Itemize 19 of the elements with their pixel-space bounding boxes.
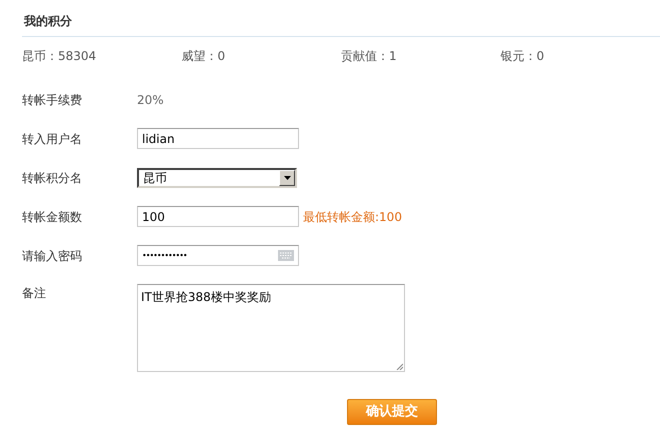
remark-textarea[interactable]: IT世界抢388楼中奖奖励: [137, 284, 405, 372]
field-label: 转帐积分名: [22, 170, 83, 186]
stat-text: 贡献值：1: [341, 48, 398, 65]
resize-handle-icon[interactable]: [396, 363, 403, 370]
password-field[interactable]: ••••••••••••: [137, 245, 299, 266]
stat-text: 银元：0: [500, 48, 546, 65]
stat-text: 昆币：58304: [22, 48, 98, 65]
field-label: 转帐金额数: [22, 208, 83, 226]
field-label: 转帐手续费: [22, 92, 83, 108]
input-field[interactable]: 100: [137, 206, 299, 227]
section-title: 我的积分: [24, 14, 72, 28]
fee-value: 20%: [137, 92, 164, 108]
select-field[interactable]: 昆币: [137, 168, 297, 188]
stat-text: 威望：0: [182, 48, 226, 65]
field-label: 转入用户名: [22, 130, 83, 148]
field-label: 备注: [22, 285, 47, 302]
hint-text: 最低转帐金额:100: [303, 208, 402, 226]
input-field[interactable]: lidian: [137, 128, 299, 149]
field-label: 请输入密码: [22, 248, 83, 264]
